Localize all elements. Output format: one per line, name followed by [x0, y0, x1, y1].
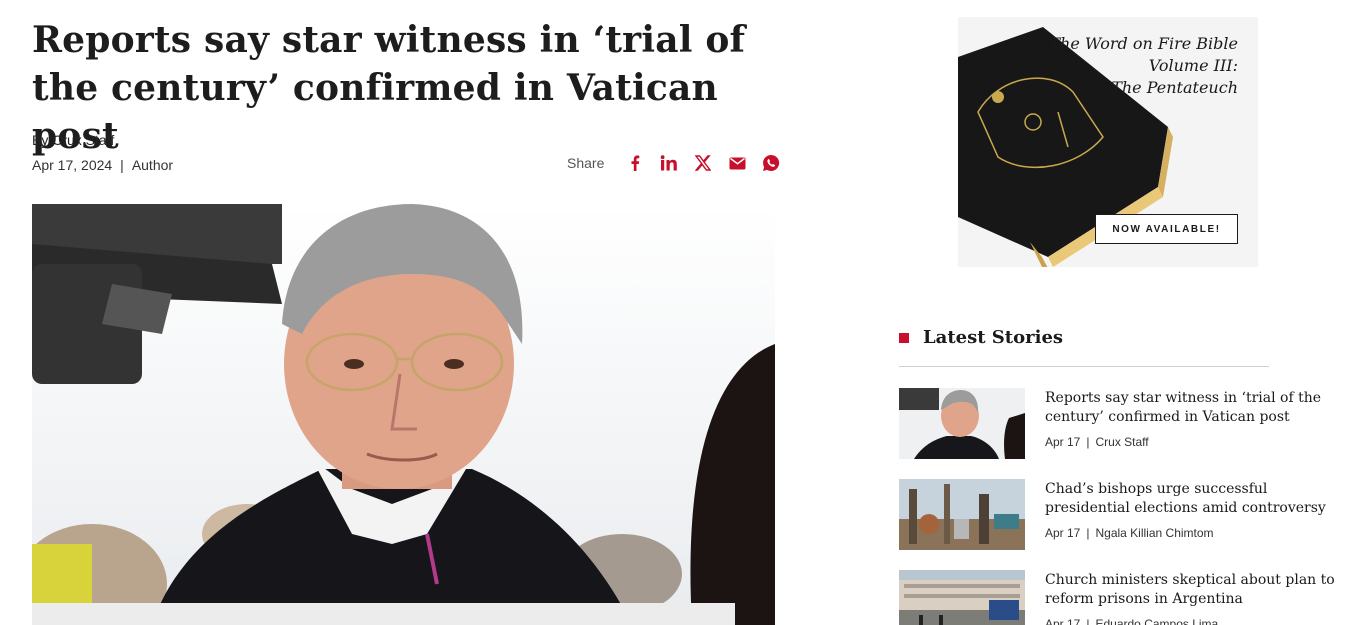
story-item[interactable]: Reports say star witness in ‘trial of th… — [899, 388, 1339, 460]
linkedin-icon[interactable] — [652, 152, 686, 174]
divider — [899, 366, 1269, 367]
facebook-icon[interactable] — [618, 152, 652, 174]
latest-stories-header: Latest Stories — [899, 327, 1063, 348]
author-link[interactable]: Author — [132, 157, 173, 173]
story-title[interactable]: Reports say star witness in ‘trial of th… — [1045, 389, 1335, 427]
ad-line-1: The Word on Fire Bible — [1049, 34, 1238, 53]
story-thumbnail[interactable] — [899, 570, 1025, 625]
share-label: Share — [567, 155, 605, 171]
now-available-button[interactable]: NOW AVAILABLE! — [1095, 214, 1238, 244]
story-item[interactable]: Chad’s bishops urge successful president… — [899, 479, 1339, 551]
story-title[interactable]: Chad’s bishops urge successful president… — [1045, 480, 1335, 518]
article-date: Apr 17, 2024 — [32, 157, 113, 173]
ad-line-2: Volume III: — [1148, 56, 1238, 75]
hero-photo-illustration — [32, 204, 775, 625]
ad-line-3: The Pentateuch — [1111, 78, 1238, 97]
story-meta: Apr 17 | Ngala Killian Chimtom — [1045, 526, 1214, 540]
article-meta: Apr 17, 2024 | Author — [32, 157, 173, 173]
story-item[interactable]: Church ministers skeptical about plan to… — [899, 570, 1339, 625]
story-author[interactable]: Crux Staff — [1095, 435, 1148, 449]
meta-separator: | — [1086, 617, 1090, 625]
story-meta: Apr 17 | Crux Staff — [1045, 435, 1149, 449]
section-marker-icon — [899, 332, 909, 343]
story-author[interactable]: Eduardo Campos Lima — [1095, 617, 1218, 625]
bible-advertisement[interactable]: The Word on Fire Bible Volume III: The P… — [958, 17, 1258, 267]
story-date: Apr 17 — [1045, 617, 1081, 625]
byline: By Crux Staff — [32, 132, 115, 148]
story-date: Apr 17 — [1045, 435, 1081, 449]
story-thumbnail[interactable] — [899, 388, 1025, 459]
article-title: Reports say star witness in ‘trial of th… — [32, 19, 746, 157]
meta-separator: | — [1086, 526, 1090, 540]
story-thumbnail[interactable] — [899, 479, 1025, 550]
whatsapp-icon[interactable] — [754, 152, 788, 174]
meta-separator: | — [120, 157, 124, 173]
email-icon[interactable] — [720, 152, 754, 174]
hero-photo — [32, 204, 775, 625]
meta-separator: | — [1086, 435, 1090, 449]
x-twitter-icon[interactable] — [686, 152, 720, 174]
story-author[interactable]: Ngala Killian Chimtom — [1095, 526, 1213, 540]
ad-headline: The Word on Fire Bible Volume III: The P… — [1049, 33, 1238, 99]
share-bar: Share — [567, 152, 788, 174]
latest-stories-title: Latest Stories — [923, 327, 1064, 348]
story-title[interactable]: Church ministers skeptical about plan to… — [1045, 571, 1335, 609]
story-date: Apr 17 — [1045, 526, 1081, 540]
story-meta: Apr 17 | Eduardo Campos Lima — [1045, 617, 1218, 625]
